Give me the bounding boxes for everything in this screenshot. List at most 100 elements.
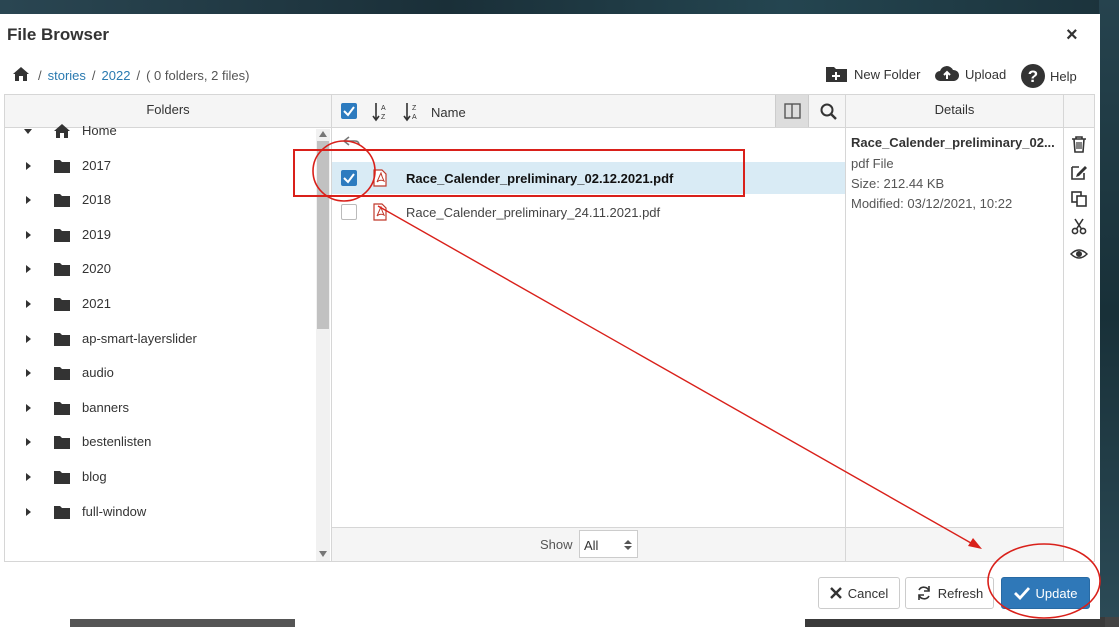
svg-text:Z: Z bbox=[381, 114, 386, 121]
help-button[interactable]: ? Help bbox=[1021, 64, 1077, 88]
breadcrumb-summary: ( 0 folders, 2 files) bbox=[146, 68, 250, 83]
file-row[interactable]: Race_Calender_preliminary_24.11.2021.pdf bbox=[332, 196, 845, 228]
dialog-title: File Browser bbox=[7, 25, 110, 44]
folder-icon bbox=[54, 298, 70, 311]
file-row[interactable]: Race_Calender_preliminary_02.12.2021.pdf bbox=[332, 162, 845, 194]
caret-right-icon[interactable] bbox=[23, 264, 33, 274]
upload-button[interactable]: Upload bbox=[934, 64, 1006, 84]
background-right bbox=[1099, 0, 1119, 627]
folders-scrollbar[interactable] bbox=[316, 129, 330, 561]
search-icon[interactable] bbox=[820, 103, 838, 121]
check-icon bbox=[343, 106, 355, 117]
pdf-icon bbox=[373, 169, 387, 187]
breadcrumb-separator: / bbox=[38, 68, 42, 83]
files-panel: A Z Z A Name Race_Calender_preliminary_0… bbox=[332, 95, 846, 561]
details-footer bbox=[846, 527, 1063, 561]
browser-panels: Folders Home 2017 2018 2019 2020 2021 ap-smart… bbox=[4, 94, 1095, 562]
show-select[interactable]: All bbox=[579, 530, 638, 558]
refresh-icon bbox=[917, 586, 930, 600]
breadcrumb-stories[interactable]: stories bbox=[48, 68, 86, 83]
copy-icon[interactable] bbox=[1070, 190, 1088, 208]
close-icon[interactable]: × bbox=[1066, 24, 1078, 47]
home-icon[interactable] bbox=[12, 65, 30, 83]
caret-right-icon[interactable] bbox=[23, 507, 33, 517]
cancel-button[interactable]: Cancel bbox=[818, 577, 900, 609]
folder-tree-label: 2020 bbox=[82, 261, 111, 277]
close-icon bbox=[829, 587, 842, 599]
files-header: A Z Z A Name bbox=[332, 95, 845, 128]
folder-icon bbox=[54, 159, 70, 173]
folder-tree-label: 2021 bbox=[82, 296, 111, 311]
caret-right-icon[interactable] bbox=[23, 230, 33, 240]
file-name[interactable]: Race_Calender_preliminary_02.12.2021.pdf bbox=[406, 171, 673, 186]
folder-tree-label: ap-smart-layerslider bbox=[82, 330, 197, 346]
caret-right-icon[interactable] bbox=[23, 161, 33, 171]
breadcrumb-2022[interactable]: 2022 bbox=[102, 68, 131, 83]
upload-label: Upload bbox=[965, 66, 1007, 82]
preview-icon[interactable] bbox=[1070, 245, 1088, 263]
scroll-up-icon[interactable] bbox=[319, 131, 327, 137]
back-arrow-icon[interactable] bbox=[342, 135, 362, 149]
title-bar: File Browser × bbox=[0, 14, 1100, 58]
upload-icon bbox=[935, 66, 960, 81]
edit-icon[interactable] bbox=[1070, 163, 1088, 181]
cancel-label: Cancel bbox=[847, 585, 889, 601]
files-footer: Show All bbox=[332, 527, 845, 561]
folder-tree-label: 2018 bbox=[82, 192, 111, 208]
cut-icon[interactable] bbox=[1070, 217, 1088, 235]
folder-tree-label: bestenlisten bbox=[82, 434, 152, 450]
folder-icon bbox=[54, 228, 70, 242]
file-name[interactable]: Race_Calender_preliminary_24.11.2021.pdf bbox=[406, 205, 660, 220]
caret-right-icon[interactable] bbox=[23, 368, 33, 378]
svg-text:A: A bbox=[381, 105, 386, 112]
scroll-down-icon[interactable] bbox=[319, 551, 327, 557]
caret-right-icon[interactable] bbox=[23, 403, 33, 413]
sort-asc-icon[interactable]: A Z bbox=[372, 102, 390, 122]
refresh-label: Refresh bbox=[937, 585, 984, 601]
folder-icon bbox=[54, 194, 70, 208]
sort-desc-icon[interactable]: Z A bbox=[403, 102, 421, 122]
refresh-button[interactable]: Refresh bbox=[905, 577, 994, 609]
details-header: Details bbox=[846, 95, 1063, 128]
folder-icon bbox=[54, 436, 70, 450]
new-folder-button[interactable]: New Folder bbox=[825, 64, 920, 84]
svg-text:A: A bbox=[412, 114, 417, 121]
name-column-header[interactable]: Name bbox=[431, 105, 466, 120]
svg-text:Z: Z bbox=[412, 105, 417, 112]
folder-tree-label: full-window bbox=[82, 503, 147, 519]
update-button[interactable]: Update bbox=[1001, 577, 1090, 609]
check-icon bbox=[343, 173, 355, 184]
update-label: Update bbox=[1035, 585, 1078, 601]
caret-right-icon[interactable] bbox=[23, 299, 33, 309]
file-checkbox[interactable] bbox=[341, 170, 357, 186]
background-top bbox=[0, 0, 1119, 14]
folder-icon bbox=[54, 263, 70, 277]
caret-right-icon[interactable] bbox=[23, 195, 33, 205]
home-icon bbox=[54, 124, 70, 138]
breadcrumb-separator: / bbox=[91, 68, 96, 83]
caret-right-icon[interactable] bbox=[23, 472, 33, 482]
detail-file-name: Race_Calender_preliminary_02... bbox=[851, 135, 1055, 150]
folder-tree-label: blog bbox=[82, 469, 107, 484]
folder-tree-label: 2017 bbox=[82, 157, 111, 173]
file-browser-dialog: File Browser × / stories / 2022 / ( 0 fo… bbox=[0, 14, 1100, 619]
select-all-checkbox[interactable] bbox=[341, 103, 357, 119]
caret-down-icon[interactable] bbox=[23, 126, 33, 136]
details-panel: Details Race_Calender_preliminary_02... … bbox=[846, 95, 1064, 561]
detail-file-type: pdf File bbox=[851, 156, 894, 171]
caret-right-icon[interactable] bbox=[23, 334, 33, 344]
detail-file-modified: Modified: 03/12/2021, 10:22 bbox=[851, 196, 1013, 211]
file-actions-column bbox=[1064, 95, 1094, 561]
folders-scroll-thumb[interactable] bbox=[317, 141, 329, 329]
check-icon bbox=[1013, 587, 1030, 600]
trash-icon[interactable] bbox=[1070, 135, 1088, 153]
help-label: Help bbox=[1050, 68, 1077, 84]
panel-toggle-button[interactable] bbox=[775, 95, 809, 127]
actions-header bbox=[1064, 95, 1094, 128]
folder-icon bbox=[54, 471, 70, 484]
file-checkbox[interactable] bbox=[341, 204, 357, 220]
show-label: Show bbox=[540, 537, 573, 552]
caret-right-icon[interactable] bbox=[23, 437, 33, 447]
folder-tree-label: banners bbox=[82, 399, 129, 415]
detail-file-size: Size: 212.44 KB bbox=[851, 176, 945, 191]
